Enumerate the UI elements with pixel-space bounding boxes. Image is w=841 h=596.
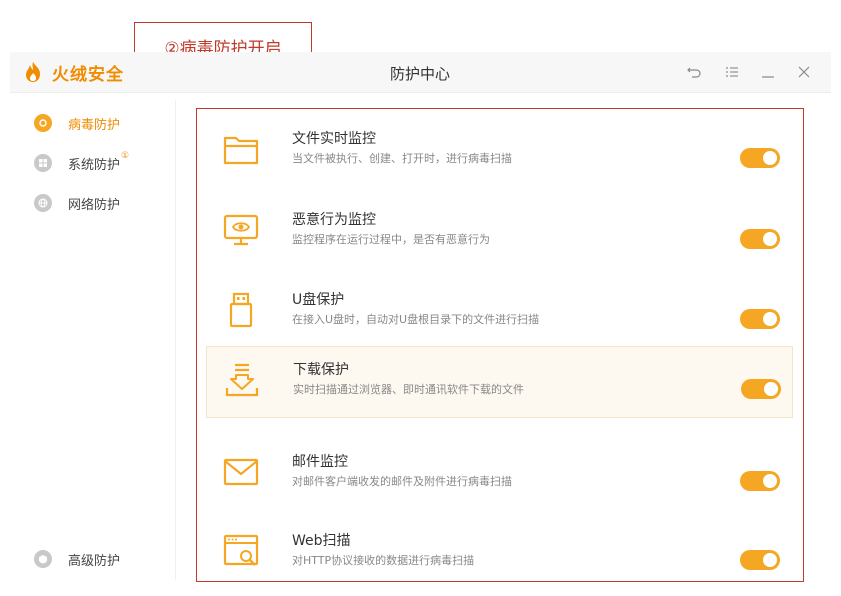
advanced-icon	[34, 550, 52, 568]
sidebar-divider	[175, 100, 176, 580]
system-icon	[34, 154, 52, 172]
sidebar-item-label: 高级防护	[68, 553, 121, 569]
network-icon	[34, 194, 52, 212]
sidebar-item-label: 系统防护	[68, 157, 121, 173]
sidebar-item-label: 网络防护	[68, 197, 121, 213]
virus-shield-icon	[34, 114, 52, 132]
brand-logo: 火绒安全	[24, 60, 124, 85]
sidebar-item-network-protection[interactable]: 网络防护	[34, 191, 120, 215]
sidebar-item-advanced-protection[interactable]: 高级防护	[34, 547, 120, 571]
brand-name: 火绒安全	[52, 64, 124, 85]
flame-logo-icon	[26, 62, 40, 82]
sidebar: 病毒防护 系统防护 ① 网络防护 高级防护	[10, 93, 175, 587]
annotation-highlight-frame	[196, 108, 804, 582]
sidebar-item-virus-protection[interactable]: 病毒防护	[34, 111, 120, 135]
sidebar-badge: ①	[121, 151, 130, 161]
sidebar-item-system-protection[interactable]: 系统防护 ①	[34, 151, 129, 175]
sidebar-item-label: 病毒防护	[68, 117, 121, 133]
